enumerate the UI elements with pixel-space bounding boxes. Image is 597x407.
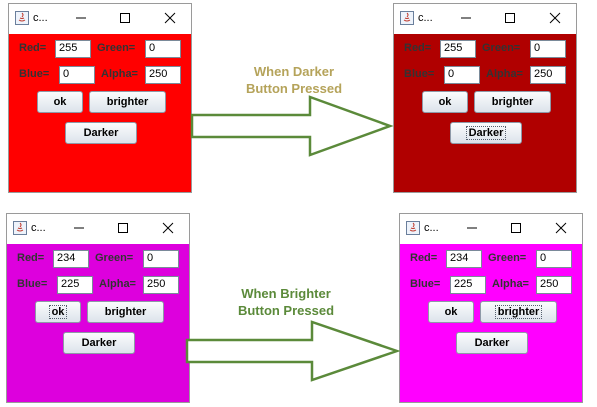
- color-panel: Red= 255 Green= 0 Blue= 0 Alpha= 250 ok …: [9, 34, 191, 192]
- green-label: Green=: [95, 252, 134, 264]
- blue-label: Blue=: [410, 278, 441, 290]
- green-field[interactable]: 0: [145, 40, 181, 58]
- darker-button-label: Darker: [81, 337, 117, 349]
- blue-label: Blue=: [404, 68, 435, 80]
- blue-field[interactable]: 225: [450, 276, 486, 294]
- close-icon[interactable]: [551, 218, 571, 238]
- red-field[interactable]: 234: [446, 250, 482, 268]
- brighter-button-label: brighter: [104, 306, 147, 318]
- green-label: Green=: [488, 252, 527, 264]
- brighter-button-label: brighter: [494, 305, 543, 319]
- ok-button-label: ok: [438, 96, 452, 108]
- green-field[interactable]: 0: [530, 40, 566, 58]
- blue-field[interactable]: 225: [57, 276, 93, 294]
- darker-button[interactable]: Darker: [63, 332, 135, 354]
- right-arrow-icon: [185, 320, 400, 382]
- blue-field[interactable]: 0: [59, 66, 95, 84]
- darker-caption-line1: When Darker: [253, 64, 335, 79]
- brighter-button-label: brighter: [491, 96, 534, 108]
- ok-button-label: ok: [444, 306, 458, 318]
- darker-button[interactable]: Darker: [450, 122, 522, 144]
- ok-button[interactable]: ok: [428, 301, 474, 323]
- darker-caption: When Darker Button Pressed: [212, 63, 376, 97]
- window-title: c...: [31, 222, 46, 234]
- green-label: Green=: [97, 42, 136, 54]
- ok-button-label: ok: [48, 305, 68, 319]
- ok-button[interactable]: ok: [422, 91, 468, 113]
- brighter-button[interactable]: brighter: [480, 301, 557, 323]
- close-icon[interactable]: [160, 8, 180, 28]
- java-app-icon: [13, 221, 27, 235]
- darker-button[interactable]: Darker: [65, 122, 137, 144]
- alpha-field[interactable]: 250: [536, 276, 572, 294]
- alpha-label: Alpha=: [101, 68, 138, 80]
- window-magenta-before: c... Red= 234 Green= 0 Blue= 225 Alpha= …: [6, 213, 190, 403]
- alpha-label: Alpha=: [492, 278, 529, 290]
- ok-button[interactable]: ok: [35, 301, 81, 323]
- ok-button[interactable]: ok: [37, 91, 83, 113]
- brighter-caption-line2: Button Pressed: [237, 303, 335, 318]
- right-arrow-icon: [190, 95, 394, 157]
- red-field[interactable]: 255: [440, 40, 476, 58]
- red-label: Red=: [19, 42, 47, 54]
- ok-button-label: ok: [53, 96, 67, 108]
- darker-button[interactable]: Darker: [456, 332, 528, 354]
- minimize-icon[interactable]: [456, 8, 476, 28]
- color-panel: Red= 234 Green= 0 Blue= 225 Alpha= 250 o…: [7, 244, 189, 402]
- red-label: Red=: [17, 252, 45, 264]
- window-title: c...: [424, 222, 439, 234]
- red-field[interactable]: 255: [55, 40, 91, 58]
- title-bar[interactable]: c...: [394, 4, 576, 34]
- darker-button-label: Darker: [474, 337, 510, 349]
- blue-label: Blue=: [19, 68, 50, 80]
- close-icon[interactable]: [158, 218, 178, 238]
- java-app-icon: [400, 11, 414, 25]
- green-field[interactable]: 0: [143, 250, 179, 268]
- maximize-icon[interactable]: [113, 218, 133, 238]
- red-label: Red=: [404, 42, 432, 54]
- darker-button-label: Darker: [83, 127, 119, 139]
- red-field[interactable]: 234: [53, 250, 89, 268]
- darker-button-label: Darker: [465, 126, 507, 140]
- blue-field[interactable]: 0: [444, 66, 480, 84]
- green-field[interactable]: 0: [536, 250, 572, 268]
- window-title: c...: [418, 12, 433, 24]
- color-panel: Red= 255 Green= 0 Blue= 0 Alpha= 250 ok …: [394, 34, 576, 192]
- red-label: Red=: [410, 252, 438, 264]
- window-title: c...: [33, 12, 48, 24]
- brighter-button[interactable]: brighter: [474, 91, 551, 113]
- brighter-button[interactable]: brighter: [89, 91, 166, 113]
- blue-label: Blue=: [17, 278, 48, 290]
- maximize-icon[interactable]: [500, 8, 520, 28]
- brighter-caption-line1: When Brighter: [241, 286, 331, 301]
- color-panel: Red= 234 Green= 0 Blue= 225 Alpha= 250 o…: [400, 244, 582, 402]
- alpha-label: Alpha=: [99, 278, 136, 290]
- java-app-icon: [406, 221, 420, 235]
- alpha-field[interactable]: 250: [145, 66, 181, 84]
- minimize-icon[interactable]: [69, 218, 89, 238]
- window-red-after-darker: c... Red= 255 Green= 0 Blue= 0 Alpha= 25…: [393, 3, 577, 193]
- minimize-icon[interactable]: [71, 8, 91, 28]
- java-app-icon: [15, 11, 29, 25]
- brighter-button[interactable]: brighter: [87, 301, 164, 323]
- maximize-icon[interactable]: [115, 8, 135, 28]
- alpha-field[interactable]: 250: [530, 66, 566, 84]
- brighter-button-label: brighter: [106, 96, 149, 108]
- title-bar[interactable]: c...: [7, 214, 189, 244]
- green-label: Green=: [482, 42, 521, 54]
- title-bar[interactable]: c...: [400, 214, 582, 244]
- close-icon[interactable]: [545, 8, 565, 28]
- title-bar[interactable]: c...: [9, 4, 191, 34]
- window-red-before: c... Red= 255 Green= 0 Blue= 0 Alpha= 25…: [8, 3, 192, 193]
- window-magenta-after-brighter: c... Red= 234 Green= 0 Blue= 225 Alpha= …: [399, 213, 583, 403]
- brighter-caption: When Brighter Button Pressed: [204, 285, 368, 319]
- minimize-icon[interactable]: [462, 218, 482, 238]
- maximize-icon[interactable]: [506, 218, 526, 238]
- alpha-label: Alpha=: [486, 68, 523, 80]
- alpha-field[interactable]: 250: [143, 276, 179, 294]
